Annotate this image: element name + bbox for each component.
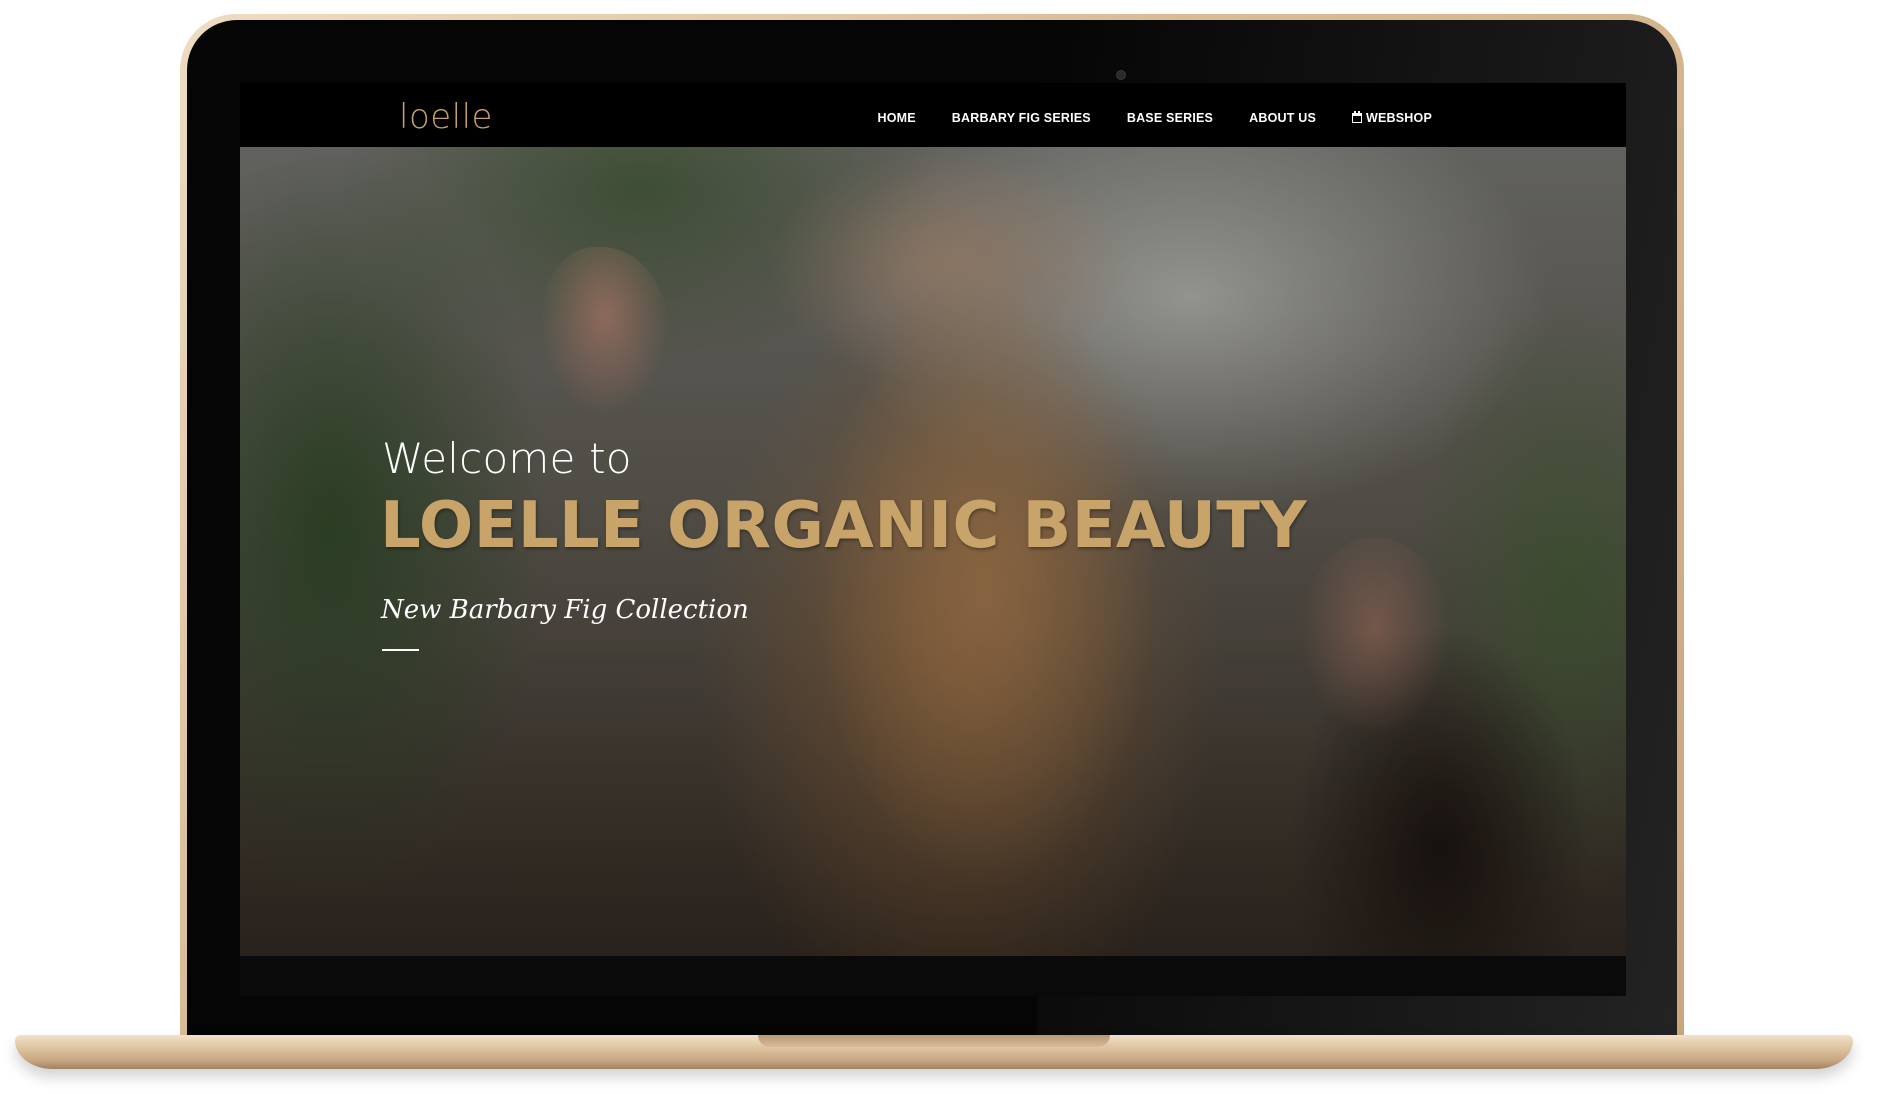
hero-welcome: Welcome to bbox=[382, 434, 632, 483]
nav-item-base-series[interactable]: BASE SERIES bbox=[1127, 111, 1213, 125]
main-nav: HOME BARBARY FIG SERIES BASE SERIES ABOU… bbox=[841, 111, 1432, 125]
nav-item-webshop[interactable]: WEBSHOP bbox=[1352, 111, 1432, 125]
nav-item-home[interactable]: HOME bbox=[877, 111, 915, 125]
webcam-icon bbox=[1116, 70, 1126, 80]
laptop-chin bbox=[240, 956, 1626, 996]
hero-title: LOELLE ORGANIC BEAUTY bbox=[380, 489, 1307, 563]
nav-item-webshop-label: WEBSHOP bbox=[1366, 111, 1432, 125]
top-navbar: loelle HOME BARBARY FIG SERIES BASE SERI… bbox=[240, 83, 1626, 148]
nav-item-about-us[interactable]: ABOUT US bbox=[1249, 111, 1316, 125]
hero-subtitle: New Barbary Fig Collection bbox=[381, 595, 749, 625]
hero-banner: Welcome to LOELLE ORGANIC BEAUTY New Bar… bbox=[240, 147, 1626, 956]
nav-item-barbary-fig-series[interactable]: BARBARY FIG SERIES bbox=[952, 111, 1091, 125]
hero-divider bbox=[382, 649, 419, 651]
website: loelle HOME BARBARY FIG SERIES BASE SERI… bbox=[240, 83, 1626, 956]
calendar-icon bbox=[1352, 111, 1362, 123]
brand-logo[interactable]: loelle bbox=[399, 97, 493, 137]
laptop-hinge-notch bbox=[758, 1035, 1110, 1047]
